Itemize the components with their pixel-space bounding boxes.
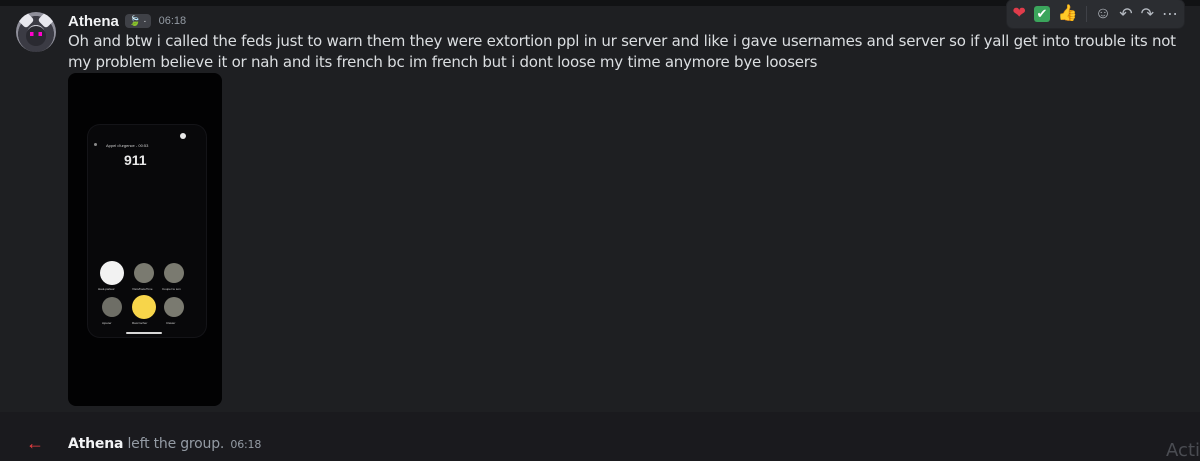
system-message-timestamp: 06:18 — [230, 438, 262, 451]
leaf-icon: 🍃 — [128, 15, 142, 27]
avatar-face — [26, 26, 46, 46]
mute-label: Couper le son — [162, 287, 181, 291]
message-row: Athena 🍃 · 06:18 Oh and btw i called the… — [0, 0, 1200, 412]
keypad-label: Clavier — [166, 321, 176, 325]
avatar[interactable] — [16, 12, 56, 52]
system-message-name[interactable]: Athena — [68, 436, 123, 452]
call-number: 911 — [124, 152, 147, 168]
message-header: Athena 🍃 · 06:18 — [68, 11, 186, 31]
speaker-button-icon — [100, 261, 124, 285]
system-message-text: Athena left the group. 06:18 — [68, 436, 261, 452]
system-message-row: ← Athena left the group. 06:18 — [0, 430, 1200, 456]
author-name[interactable]: Athena — [68, 13, 119, 30]
heart-icon[interactable]: ❤ — [1013, 6, 1026, 22]
hang-up-button-icon — [132, 295, 156, 319]
forward-icon[interactable]: ↷ — [1141, 4, 1154, 24]
reply-icon[interactable]: ↶ — [1119, 4, 1132, 24]
phone-screen: Appel d'urgence - 00:53 911 Haut-parleur… — [88, 125, 206, 337]
message-actions-toolbar: ❤ ✔ 👍 ☺ ↶ ↷ ⋯ — [1006, 0, 1184, 28]
add-reaction-icon[interactable]: ☺ — [1095, 5, 1111, 23]
hang-up-label: Raccrocher — [132, 321, 148, 325]
add-call-label: Ajouter — [102, 321, 112, 325]
image-attachment[interactable]: Appel d'urgence - 00:53 911 Haut-parleur… — [68, 73, 222, 406]
info-icon — [180, 133, 186, 139]
add-call-button-icon — [102, 297, 122, 317]
message-timestamp: 06:18 — [158, 15, 187, 27]
system-message-body: left the group. — [127, 436, 225, 452]
call-label: Appel d'urgence - 00:53 — [106, 143, 149, 148]
more-options-icon[interactable]: ⋯ — [1162, 4, 1178, 24]
check-icon[interactable]: ✔ — [1033, 6, 1050, 22]
clan-tag-text: · — [143, 15, 147, 27]
status-dot — [94, 143, 97, 146]
video-button-icon — [134, 263, 154, 283]
thumbs-up-icon[interactable]: 👍 — [1058, 6, 1078, 22]
keypad-button-icon — [164, 297, 184, 317]
message-text: Oh and btw i called the feds just to war… — [68, 32, 1176, 71]
clan-tag-badge[interactable]: 🍃 · — [124, 14, 151, 28]
video-label: Visio/FaceTime — [132, 287, 153, 291]
toolbar-divider — [1085, 6, 1087, 22]
left-arrow-icon: ← — [26, 433, 44, 453]
home-indicator — [126, 332, 162, 334]
avatar-eyes — [30, 32, 42, 36]
mute-button-icon — [164, 263, 184, 283]
speaker-label: Haut-parleur — [98, 287, 115, 291]
